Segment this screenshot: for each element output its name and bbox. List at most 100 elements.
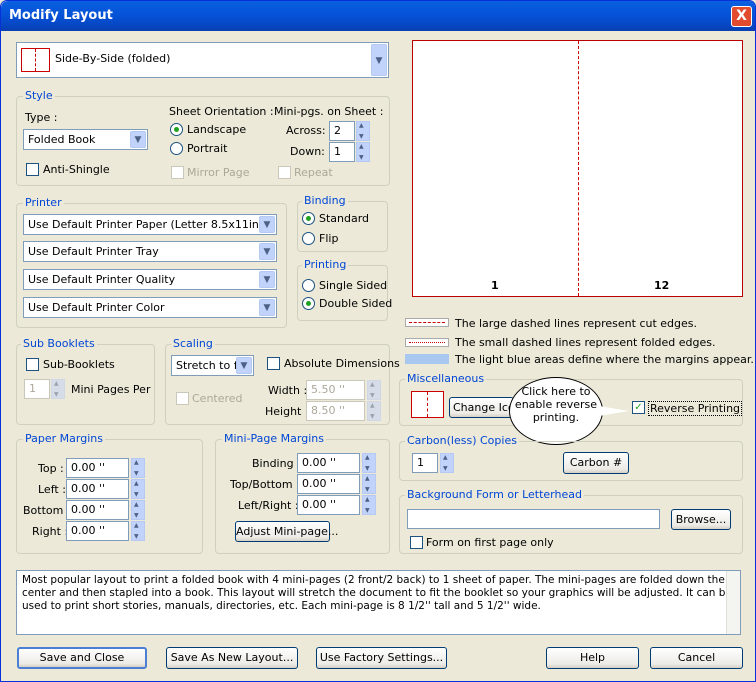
width-spinner[interactable] [367,380,381,400]
form-first-page-label: Form on first page only [426,536,554,549]
close-button[interactable]: X [731,6,752,27]
pm-bottom-spinner[interactable] [131,500,145,520]
mm-binding-input[interactable]: 0.00 '' [297,453,360,473]
chevron-down-icon[interactable]: ▼ [259,216,275,233]
mini-pages-per-spinner[interactable] [51,379,65,399]
layout-select[interactable]: Side-By-Side (folded) ▼ [16,42,389,78]
mirror-page-checkbox[interactable] [171,166,184,179]
background-file-input[interactable] [407,509,660,529]
title-bar[interactable]: Modify Layout X [1,1,755,31]
use-factory-settings-button[interactable]: Use Factory Settings... [316,647,447,669]
tray-select-value: Use Default Printer Tray [28,245,159,258]
single-sided-label: Single Sided [319,279,388,292]
change-icon-label: Change Icon... [453,401,514,414]
change-icon-button[interactable]: Change Icon... [449,397,514,418]
carbon-copies-input[interactable]: 1 [412,453,438,473]
mm-leftright-input[interactable]: 0.00 '' [297,495,360,515]
quality-select-value: Use Default Printer Quality [28,273,176,286]
mm-binding-spinner[interactable] [362,453,376,473]
margin-swatch [405,354,449,364]
paper-select[interactable]: Use Default Printer Paper (Letter 8.5x11… [23,214,277,235]
flip-radio[interactable] [302,232,315,245]
landscape-radio[interactable] [170,123,183,136]
absolute-dimensions-label: Absolute Dimensions [284,357,400,370]
browse-button[interactable]: Browse... [671,509,731,530]
height-spinner[interactable] [367,401,381,421]
scaling-select[interactable]: Stretch to fit ▼ [171,355,254,376]
mm-leftright-spinner[interactable] [362,495,376,515]
across-input[interactable]: 2 [329,121,355,141]
pm-right-spinner[interactable] [131,521,145,541]
pm-top-spinner[interactable] [131,458,145,478]
sub-booklets-label: Sub-Booklets [43,358,115,371]
landscape-label: Landscape [187,123,247,136]
color-select[interactable]: Use Default Printer Color ▼ [23,297,277,318]
tray-select[interactable]: Use Default Printer Tray ▼ [23,241,277,262]
pm-right-label: Right : [32,525,69,538]
double-sided-radio[interactable] [302,297,315,310]
standard-radio[interactable] [302,212,315,225]
anti-shingle-checkbox[interactable] [26,163,39,176]
chevron-down-icon[interactable]: ▼ [259,271,275,288]
chevron-down-icon[interactable]: ▼ [259,243,275,260]
cancel-button[interactable]: Cancel [650,647,743,669]
chevron-down-icon[interactable]: ▼ [130,131,146,148]
printing-group-title: Printing [302,258,349,271]
height-label: Height : [265,405,309,418]
type-select[interactable]: Folded Book ▼ [23,129,148,150]
pm-left-spinner[interactable] [131,479,145,499]
mm-topbottom-input[interactable]: 0.00 '' [297,474,360,494]
legend-fold: The small dashed lines represent folded … [455,336,716,349]
tooltip-balloon: Click here to enable reverse printing. [509,377,603,445]
carbon-copies-spinner[interactable] [440,453,454,473]
mm-leftright-label: Left/Right : [238,499,299,512]
save-as-new-layout-button[interactable]: Save As New Layout... [166,647,298,669]
description-scrollbar[interactable] [726,571,740,634]
carbon-number-button[interactable]: Carbon # [563,452,629,474]
miscellaneous-group-title: Miscellaneous [405,372,487,385]
absolute-dimensions-checkbox[interactable] [267,357,280,370]
down-input[interactable]: 1 [329,142,355,162]
carbon-copies-group-title: Carbon(less) Copies [405,434,519,447]
mirror-page-label: Mirror Page [187,166,250,179]
chevron-down-icon[interactable]: ▼ [371,44,387,76]
repeat-checkbox[interactable] [278,166,291,179]
help-button[interactable]: Help [546,647,639,669]
sub-booklets-group-title: Sub Booklets [21,337,97,350]
height-input[interactable]: 8.50 '' [306,401,365,421]
portrait-radio[interactable] [170,142,183,155]
color-select-value: Use Default Printer Color [28,301,165,314]
single-sided-radio[interactable] [302,279,315,292]
chevron-down-icon[interactable]: ▼ [236,357,252,374]
mm-topbottom-spinner[interactable] [362,474,376,494]
window-title: Modify Layout [9,8,113,23]
adjust-mini-page-button[interactable]: Adjust Mini-page... [235,521,338,542]
sub-booklets-checkbox[interactable] [26,358,39,371]
reverse-printing-checkbox[interactable]: ✓ [632,401,645,414]
paper-select-value: Use Default Printer Paper (Letter 8.5x11… [28,218,267,231]
width-label: Width : [268,384,308,397]
pm-bottom-input[interactable]: 0.00 '' [66,500,129,520]
pm-left-input[interactable]: 0.00 '' [66,479,129,499]
down-label: Down: [290,145,325,158]
form-first-page-checkbox[interactable] [410,536,423,549]
chevron-down-icon[interactable]: ▼ [259,299,275,316]
down-spinner[interactable] [356,142,370,162]
across-spinner[interactable] [356,121,370,141]
mm-topbottom-label: Top/Bottom : [230,478,300,491]
pm-right-input[interactable]: 0.00 '' [66,521,129,541]
mini-pages-per-input[interactable]: 1 [24,379,50,399]
preview-page-left: 1 [491,279,499,292]
width-input[interactable]: 5.50 '' [306,380,365,400]
pm-top-input[interactable]: 0.00 '' [66,458,129,478]
legend-cut: The large dashed lines represent cut edg… [455,317,697,330]
reverse-printing-label: Reverse Printing [648,401,743,416]
quality-select[interactable]: Use Default Printer Quality ▼ [23,269,277,290]
style-group-title: Style [23,89,55,102]
background-group-title: Background Form or Letterhead [405,488,584,501]
cut-line-swatch [405,318,449,327]
paper-margins-group-title: Paper Margins [23,432,105,445]
save-and-close-button[interactable]: Save and Close [17,647,147,669]
flip-label: Flip [319,232,339,245]
centered-checkbox[interactable] [176,392,189,405]
